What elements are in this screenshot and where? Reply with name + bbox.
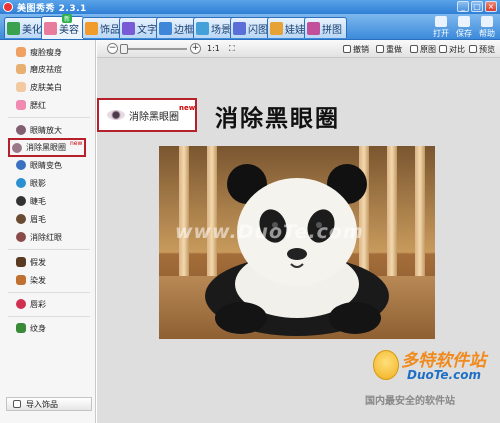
save-button[interactable]: 保存: [453, 16, 475, 38]
mascot-icon: [373, 350, 399, 380]
logo-url-text: DuoTe.com: [407, 368, 481, 382]
compare-button[interactable]: 对比: [439, 44, 465, 55]
folder-icon: [435, 16, 447, 27]
tab-collage[interactable]: 拼图: [304, 17, 347, 38]
sidebar-item-eyebrows[interactable]: 眉毛: [16, 212, 46, 226]
sidebar-item-remove-dark-circles[interactable]: 消除黑眼圈 new: [7, 138, 87, 157]
divider: [8, 292, 90, 293]
title-bar: 美图秀秀 2.3.1 _ □ ×: [0, 0, 500, 14]
lips-icon: [16, 299, 26, 309]
undo-icon: [343, 45, 351, 53]
watermark: www.DuoTe.com: [175, 221, 364, 243]
whiten-icon: [16, 82, 26, 92]
eye-icon: [107, 110, 125, 120]
divider: [8, 249, 90, 250]
close-button[interactable]: ×: [485, 1, 497, 12]
sidebar-item-eyeshadow[interactable]: 眼影: [16, 176, 46, 190]
wig-icon: [16, 257, 26, 267]
photo-canvas[interactable]: www.DuoTe.com: [159, 146, 435, 339]
eyeshadow-icon: [16, 178, 26, 188]
eye-icon: [12, 142, 22, 153]
sidebar: 瘦脸瘦身 磨皮祛痘 皮肤美白 腮红 眼睛放大 消除黑眼圈 new 眼睛变色 眼影…: [0, 40, 96, 423]
blush-icon: [16, 100, 26, 110]
maximize-button[interactable]: □: [471, 1, 483, 12]
sidebar-item-blush[interactable]: 腮红: [16, 98, 46, 112]
sidebar-item-hair-dye[interactable]: 染发: [16, 273, 46, 287]
beautify-icon: [7, 21, 20, 35]
sidebar-item-tattoo[interactable]: 纹身: [16, 321, 46, 335]
callout-label: 消除黑眼圈: [129, 111, 179, 123]
help-icon: [481, 16, 493, 27]
app-logo-icon: [3, 2, 13, 12]
view-toolbar: − + 1:1 ⛶ 撤销 重做 原图 对比 预览: [97, 40, 500, 58]
redo-icon: [376, 45, 384, 53]
sidebar-item-lip-color[interactable]: 唇彩: [16, 297, 46, 311]
save-icon: [458, 16, 470, 27]
new-badge: 新: [62, 14, 73, 23]
sidebar-item-eye-color[interactable]: 眼睛变色: [16, 158, 62, 172]
tattoo-icon: [16, 323, 26, 333]
undo-button[interactable]: 撤销: [343, 44, 369, 55]
flash-icon: [233, 21, 246, 35]
sidebar-item-remove-red-eye[interactable]: 消除红眼: [16, 230, 62, 244]
tab-beauty[interactable]: 美容 新: [41, 14, 84, 39]
original-button[interactable]: 原图: [410, 44, 436, 55]
feature-heading: 消除黑眼圈: [215, 106, 340, 132]
divider: [8, 117, 90, 118]
logo-tagline: 国内最安全的软件站: [365, 396, 455, 407]
help-button[interactable]: 帮助: [476, 16, 498, 38]
feature-callout: 消除黑眼圈 new: [97, 98, 197, 132]
eyebrow-icon: [16, 214, 26, 224]
zoom-in-button[interactable]: +: [190, 43, 201, 54]
sidebar-item-wig[interactable]: 假发: [16, 255, 46, 269]
minimize-button[interactable]: _: [457, 1, 469, 12]
sidebar-item-smooth-skin[interactable]: 磨皮祛痘: [16, 62, 62, 76]
collage-icon: [307, 21, 320, 35]
open-button[interactable]: 打开: [430, 16, 452, 38]
heart-icon: [85, 21, 98, 35]
site-logo: 多特软件站 DuoTe.com 国内最安全的软件站: [365, 346, 497, 416]
face-icon: [44, 21, 57, 35]
frame-icon: [159, 21, 172, 35]
module-tab-bar: 美化 美容 新 饰品 文字 边框 场景 闪图 娃娃 拼图 打开 保存 帮助: [0, 14, 500, 40]
sidebar-item-slim-face[interactable]: 瘦脸瘦身: [16, 45, 62, 59]
red-eye-icon: [16, 232, 26, 242]
sidebar-item-eyelashes[interactable]: 睫毛: [16, 194, 46, 208]
eye-icon: [16, 125, 26, 135]
divider: [8, 316, 90, 317]
scene-icon: [196, 21, 209, 35]
eye-color-icon: [16, 160, 26, 170]
zoom-out-button[interactable]: −: [107, 43, 118, 54]
text-icon: [122, 21, 135, 35]
preview-icon: [469, 45, 477, 53]
preview-button[interactable]: 预览: [469, 44, 495, 55]
new-tag: new: [70, 140, 83, 147]
fit-icon[interactable]: ⛶: [229, 44, 235, 54]
app-title: 美图秀秀 2.3.1: [17, 4, 87, 14]
sidebar-item-enlarge-eyes[interactable]: 眼睛放大: [16, 123, 62, 137]
face-slim-icon: [16, 47, 26, 57]
new-tag: new: [179, 104, 196, 112]
compare-icon: [439, 45, 447, 53]
zoom-slider-thumb[interactable]: [120, 44, 128, 54]
hair-dye-icon: [16, 275, 26, 285]
import-accessory-button[interactable]: 导入饰品: [6, 397, 92, 411]
import-icon: [13, 400, 21, 408]
zoom-slider[interactable]: [122, 48, 187, 50]
eyelash-icon: [16, 196, 26, 206]
canvas-area: − + 1:1 ⛶ 撤销 重做 原图 对比 预览 消除黑眼圈 new 消除黑眼圈: [97, 40, 500, 423]
sidebar-item-whiten-skin[interactable]: 皮肤美白: [16, 80, 62, 94]
zoom-ratio-button[interactable]: 1:1: [207, 44, 220, 53]
redo-button[interactable]: 重做: [376, 44, 402, 55]
doll-icon: [270, 21, 283, 35]
smooth-skin-icon: [16, 64, 26, 74]
original-icon: [410, 45, 418, 53]
